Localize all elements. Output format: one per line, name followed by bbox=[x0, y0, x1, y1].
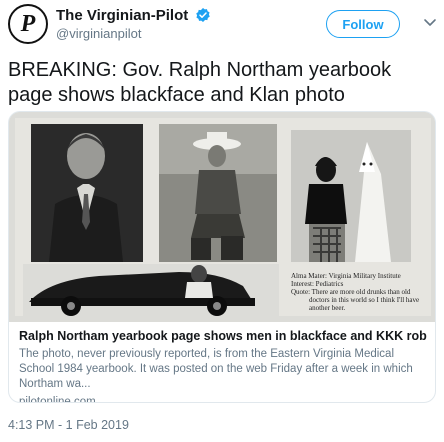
caption-line: Alma Mater: Virginia Military Institute bbox=[291, 272, 401, 280]
author-name[interactable]: The Virginian-Pilot bbox=[56, 7, 211, 24]
caption-line: doctors in this world so I think I'll ha… bbox=[309, 296, 419, 304]
author-handle[interactable]: @virginianpilot bbox=[56, 26, 141, 41]
card-domain: pilotonline.com bbox=[19, 396, 96, 403]
card-title: Ralph Northam yearbook page shows men in… bbox=[19, 329, 427, 343]
card-image[interactable]: Alma Mater: Virginia Military Institute … bbox=[9, 112, 435, 322]
yearbook-photo: Alma Mater: Virginia Military Institute … bbox=[9, 112, 435, 322]
portrait-photo bbox=[31, 124, 143, 262]
card-body[interactable]: Ralph Northam yearbook page shows men in… bbox=[9, 322, 435, 403]
cowboy-photo bbox=[159, 124, 277, 262]
chevron-down-icon[interactable] bbox=[422, 14, 438, 30]
follow-button[interactable]: Follow bbox=[326, 10, 400, 38]
verified-badge-icon bbox=[196, 8, 211, 22]
caption-line: another beer. bbox=[309, 304, 345, 312]
costume-photo bbox=[291, 130, 411, 262]
caption-line: Quote: There are more old drunks than ol… bbox=[291, 288, 411, 296]
tweet-text: BREAKING: Gov. Ralph Northam yearbook pa… bbox=[8, 59, 392, 106]
car-photo bbox=[23, 264, 279, 318]
avatar-logo: P bbox=[20, 10, 36, 37]
timestamp[interactable]: 4:13 PM - 1 Feb 2019 bbox=[8, 418, 129, 432]
avatar[interactable]: P bbox=[8, 4, 48, 44]
link-card[interactable]: Alma Mater: Virginia Military Institute … bbox=[8, 111, 436, 403]
tweet-header: P The Virginian-Pilot @virginianpilot Fo… bbox=[8, 4, 436, 48]
card-description: The photo, never previously reported, is… bbox=[19, 348, 413, 390]
caption-line: Interest: Pediatrics bbox=[291, 280, 344, 288]
author-name-text: The Virginian-Pilot bbox=[56, 7, 189, 24]
